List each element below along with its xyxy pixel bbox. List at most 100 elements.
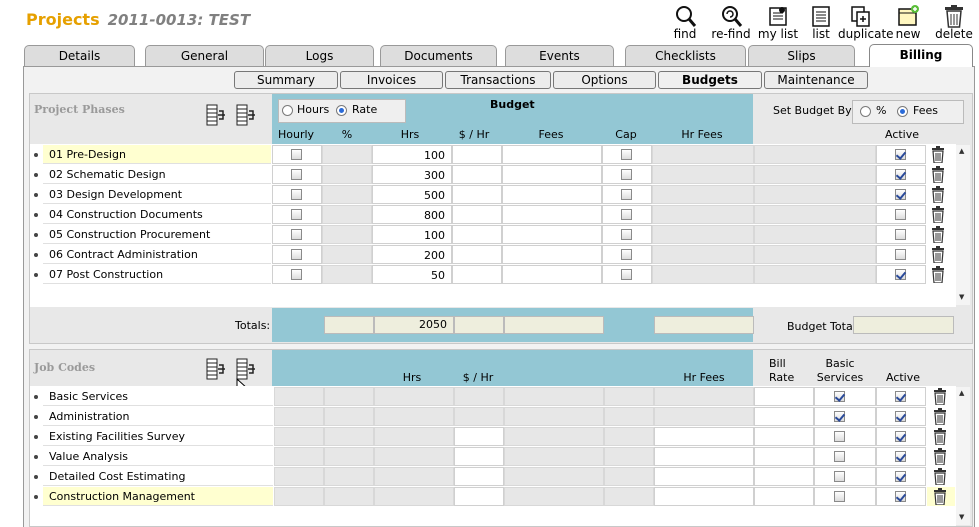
subtab-invoices[interactable]: Invoices (340, 71, 443, 89)
hourly-checkbox[interactable] (291, 209, 302, 220)
job-code-name[interactable]: Administration (43, 407, 273, 426)
cap-checkbox[interactable] (621, 209, 632, 220)
cap-checkbox[interactable] (621, 169, 632, 180)
remove-column-button[interactable] (236, 104, 256, 126)
scroll-up-arrow[interactable]: ▲ (959, 147, 964, 155)
tab-details[interactable]: Details (24, 45, 135, 66)
phase-active-checkbox[interactable] (895, 249, 906, 260)
phases-scrollbar[interactable] (956, 145, 970, 305)
hrs-cell[interactable]: 50 (372, 265, 452, 284)
job-active-checkbox[interactable] (895, 411, 906, 422)
rate-cell[interactable] (452, 225, 502, 244)
bill-rate-cell[interactable] (754, 467, 814, 486)
fees-radio[interactable] (897, 106, 908, 117)
phase-name[interactable]: 06 Contract Administration (43, 245, 271, 264)
rate-cell[interactable] (452, 265, 502, 284)
delete-phase-icon[interactable] (931, 206, 945, 224)
subtab-budgets[interactable]: Budgets (658, 71, 762, 89)
hourly-checkbox[interactable] (291, 229, 302, 240)
bill-rate-cell[interactable] (754, 447, 814, 466)
toolbar-my-list-button[interactable]: my list (755, 2, 801, 42)
job-code-name[interactable]: Value Analysis (43, 447, 273, 466)
bill-rate-cell[interactable] (754, 407, 814, 426)
delete-phase-icon[interactable] (931, 226, 945, 244)
delete-phase-icon[interactable] (931, 166, 945, 184)
phase-active-checkbox[interactable] (895, 209, 906, 220)
fees-cell[interactable] (502, 245, 602, 264)
delete-job-code-icon[interactable] (933, 388, 947, 406)
jc-remove-column-button[interactable] (236, 358, 256, 380)
jobcodes-scrollbar[interactable] (956, 387, 970, 525)
job-code-name[interactable]: Basic Services (43, 387, 273, 406)
phase-active-checkbox[interactable] (895, 269, 906, 280)
phase-name[interactable]: 04 Construction Documents (43, 205, 271, 224)
hrs-cell[interactable]: 500 (372, 185, 452, 204)
job-code-name[interactable]: Detailed Cost Estimating (43, 467, 273, 486)
add-column-button[interactable] (206, 104, 226, 126)
toolbar-delete-button[interactable]: delete (931, 2, 977, 42)
hourly-checkbox[interactable] (291, 249, 302, 260)
delete-job-code-icon[interactable] (933, 468, 947, 486)
basic-services-checkbox[interactable] (834, 471, 845, 482)
phase-name[interactable]: 01 Pre-Design (43, 145, 271, 164)
basic-services-checkbox[interactable] (834, 451, 845, 462)
jc-scroll-up-arrow[interactable]: ▲ (959, 389, 964, 397)
toolbar-new-button[interactable]: new (885, 2, 931, 42)
fees-cell[interactable] (502, 145, 602, 164)
phase-name[interactable]: 07 Post Construction (43, 265, 271, 284)
toolbar-re-find-button[interactable]: re-find (708, 2, 754, 42)
tab-billing[interactable]: Billing (869, 44, 973, 67)
hrs-cell[interactable]: 100 (372, 145, 452, 164)
rate-radio[interactable] (336, 105, 347, 116)
subtab-options[interactable]: Options (553, 71, 656, 89)
subtab-transactions[interactable]: Transactions (445, 71, 551, 89)
rate-cell[interactable] (452, 165, 502, 184)
phase-name[interactable]: 02 Schematic Design (43, 165, 271, 184)
delete-phase-icon[interactable] (931, 266, 945, 284)
delete-job-code-icon[interactable] (933, 408, 947, 426)
phase-name[interactable]: 03 Design Development (43, 185, 271, 204)
phase-active-checkbox[interactable] (895, 189, 906, 200)
job-active-checkbox[interactable] (895, 451, 906, 462)
hrs-cell[interactable]: 200 (372, 245, 452, 264)
cap-checkbox[interactable] (621, 229, 632, 240)
hrs-cell[interactable]: 300 (372, 165, 452, 184)
tab-slips[interactable]: Slips (748, 45, 855, 66)
phase-name[interactable]: 05 Construction Procurement (43, 225, 271, 244)
scroll-down-arrow[interactable]: ▼ (959, 293, 964, 301)
tab-general[interactable]: General (145, 45, 264, 66)
job-active-checkbox[interactable] (895, 391, 906, 402)
basic-services-checkbox[interactable] (834, 491, 845, 502)
delete-job-code-icon[interactable] (933, 428, 947, 446)
subtab-summary[interactable]: Summary (234, 71, 338, 89)
hourly-checkbox[interactable] (291, 149, 302, 160)
cap-checkbox[interactable] (621, 269, 632, 280)
fees-cell[interactable] (502, 225, 602, 244)
bill-rate-cell[interactable] (754, 487, 814, 506)
fees-cell[interactable] (502, 205, 602, 224)
bill-rate-cell[interactable] (754, 387, 814, 406)
toolbar-duplicate-button[interactable]: duplicate (838, 2, 894, 42)
rate-cell[interactable] (452, 205, 502, 224)
fees-cell[interactable] (502, 265, 602, 284)
job-active-checkbox[interactable] (895, 431, 906, 442)
phase-active-checkbox[interactable] (895, 149, 906, 160)
phase-active-checkbox[interactable] (895, 169, 906, 180)
fees-cell[interactable] (502, 165, 602, 184)
hrs-cell[interactable]: 800 (372, 205, 452, 224)
basic-services-checkbox[interactable] (834, 391, 845, 402)
toolbar-find-button[interactable]: find (662, 2, 708, 42)
delete-phase-icon[interactable] (931, 186, 945, 204)
bill-rate-cell[interactable] (754, 427, 814, 446)
delete-phase-icon[interactable] (931, 146, 945, 164)
cap-checkbox[interactable] (621, 189, 632, 200)
delete-phase-icon[interactable] (931, 246, 945, 264)
jc-add-column-button[interactable] (206, 358, 226, 380)
percent-radio[interactable] (860, 106, 871, 117)
basic-services-checkbox[interactable] (834, 431, 845, 442)
phase-active-checkbox[interactable] (895, 229, 906, 240)
hourly-checkbox[interactable] (291, 169, 302, 180)
hours-radio[interactable] (282, 105, 293, 116)
jc-scroll-down-arrow[interactable]: ▼ (959, 513, 964, 521)
tab-logs[interactable]: Logs (265, 45, 374, 66)
